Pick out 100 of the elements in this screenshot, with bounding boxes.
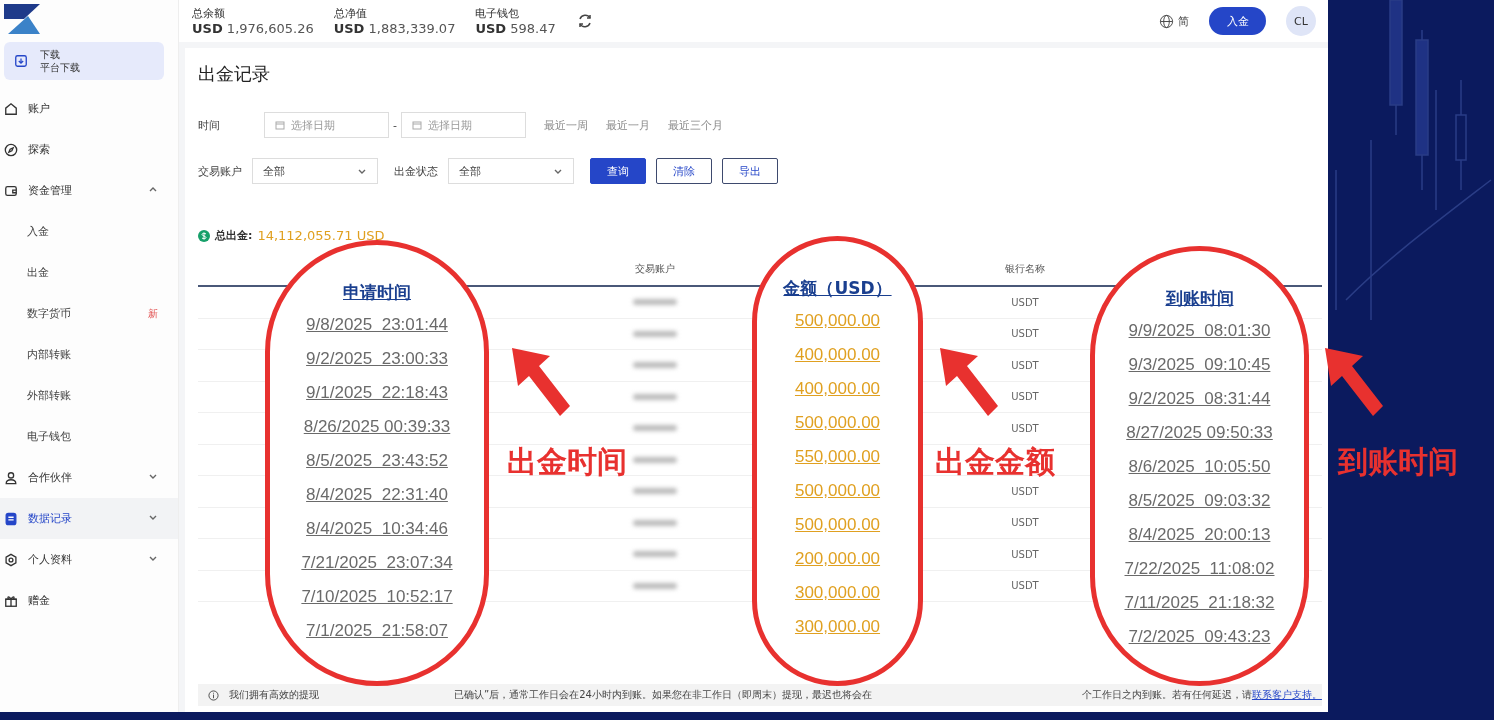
info-icon (208, 689, 219, 701)
table-cell-text: 7/21/2025 23:07:34 (301, 552, 453, 574)
compass-icon (4, 142, 18, 157)
nav-subitem[interactable]: 电子钱包 (0, 416, 178, 457)
nav-item[interactable]: 探索 (0, 129, 178, 170)
filter-label: 时间 (198, 117, 221, 133)
table-cell-text: 500,000.00 (794, 310, 881, 332)
table-cell-text: 8/4/2025 20:00:13 (1128, 524, 1271, 546)
new-label: 新 (148, 306, 158, 321)
table-cell-text: 500,000.00 (794, 412, 881, 434)
table-cell-text: 8/26/2025 00:39:33 (303, 416, 451, 438)
range-separator: - (393, 118, 397, 132)
quick-range-link[interactable]: 最近一周 (544, 117, 588, 133)
pointer-arrow (510, 346, 572, 418)
table-cell-text: 9/8/2025 23:01:44 (306, 314, 448, 336)
table-cell-text: 400,000.00 (794, 378, 881, 400)
table-cell-text: 8/5/2025 09:03:32 (1128, 490, 1271, 512)
stat-value: USD 598.47 (475, 21, 556, 36)
table-cell-text: 7/11/2025 21:18:32 (1124, 592, 1275, 614)
table-cell-text: 200,000.00 (794, 548, 881, 570)
nav-item[interactable]: 合作伙伴 (0, 457, 178, 498)
blurred-account (633, 582, 677, 589)
notice-text: 我们拥有高效的提现 (229, 688, 319, 702)
notice-text: 已确认”后，通常工作日会在24小时内到账。如果您在非工作日（即周末）提现，最迟也将会在 (454, 688, 872, 702)
nav-subitem[interactable]: 内部转账 (0, 334, 178, 375)
support-link[interactable]: 联系客户支持。 (1251, 688, 1322, 702)
nav-label: 合作伙伴 (28, 470, 73, 485)
blurred-account (633, 519, 677, 526)
nav-label: 账户 (28, 101, 51, 116)
nav-label: 数据记录 (28, 511, 73, 526)
table-cell-text: 9/3/2025 09:10:45 (1128, 354, 1271, 376)
account-select[interactable]: 全部 (252, 158, 378, 184)
stat-label: 总余额 (192, 6, 226, 21)
total-value: 14,112,055.71 USD (257, 228, 385, 243)
download-card[interactable]: 下载 平台下载 (4, 42, 164, 80)
nav-item[interactable]: 账户 (0, 88, 178, 129)
nav-subitem[interactable]: 入金 (0, 211, 178, 252)
download-icon (14, 54, 28, 68)
home-icon (4, 101, 18, 116)
quick-range-link[interactable]: 最近三个月 (668, 117, 723, 133)
column-header: 到账时间 (1165, 287, 1234, 310)
nav-label: 外部转账 (27, 388, 72, 403)
table-cell-text: 8/27/2025 09:50:33 (1126, 422, 1273, 444)
pointer-arrow (1323, 346, 1385, 418)
table-cell-text: 7/22/2025 11:08:02 (1124, 558, 1275, 580)
table-cell-text: 7/2/2025 09:43:23 (1128, 626, 1271, 648)
calendar-icon (275, 120, 285, 130)
table-cell-text: 9/2/2025 23:00:33 (306, 348, 448, 370)
nav-item[interactable]: 资金管理 (0, 170, 178, 211)
table-cell-text: 8/6/2025 10:05:50 (1128, 456, 1271, 478)
nav-label: 内部转账 (27, 347, 72, 362)
table-cell-text: 8/5/2025 23:43:52 (306, 450, 448, 472)
table-cell-text: 8/4/2025 22:31:40 (306, 484, 448, 506)
table-cell-text: 300,000.00 (794, 616, 881, 638)
blurred-account (633, 488, 677, 495)
deposit-button[interactable]: 入金 (1209, 7, 1266, 35)
action-button[interactable]: 导出 (722, 158, 778, 184)
wallet-icon (4, 183, 18, 198)
download-label: 下载 (40, 48, 61, 61)
language-selector[interactable]: 简 (1159, 13, 1189, 29)
table-cell-text: 550,000.00 (794, 446, 881, 468)
blurred-account (633, 362, 677, 369)
nav-subitem[interactable]: 数字货币 新 (0, 293, 178, 334)
settings-icon (4, 552, 18, 567)
nav-item[interactable]: 数据记录 (0, 498, 178, 539)
nav-item[interactable]: 个人资料 (0, 539, 178, 580)
action-button[interactable]: 清除 (656, 158, 712, 184)
blurred-account (633, 393, 677, 400)
pointer-arrow (938, 346, 1000, 418)
document-icon (4, 511, 18, 526)
status-select[interactable]: 全部 (448, 158, 574, 184)
user-avatar[interactable]: CL (1286, 6, 1316, 36)
column-header: 金额（USD） (783, 277, 892, 300)
nav-subitem[interactable]: 外部转账 (0, 375, 178, 416)
nav-label: 出金 (27, 265, 50, 280)
table-cell-text: 300,000.00 (794, 582, 881, 604)
action-button[interactable]: 查询 (590, 158, 646, 184)
nav-label: 入金 (27, 224, 50, 239)
user-icon (4, 470, 18, 485)
table-cell-text: 9/2/2025 08:31:44 (1128, 388, 1271, 410)
page-title: 出金记录 (198, 62, 271, 86)
stat-label: 电子钱包 (475, 6, 521, 21)
blurred-account (633, 456, 677, 463)
stat-value: USD 1,976,605.26 (192, 21, 314, 36)
quick-range-link[interactable]: 最近一月 (606, 117, 650, 133)
blurred-account (633, 299, 677, 306)
download-subtitle: 平台下载 (40, 61, 80, 74)
logo-icon (2, 2, 42, 36)
gift-icon (4, 593, 18, 608)
filter-label: 出金状态 (394, 163, 438, 179)
nav-subitem[interactable]: 出金 (0, 252, 178, 293)
table-cell-text: 500,000.00 (794, 480, 881, 502)
nav-label: 赠金 (28, 593, 51, 608)
dollar-icon (198, 229, 210, 242)
nav-label: 探索 (28, 142, 51, 157)
filter-label: 交易账户 (198, 163, 242, 179)
callout-label: 到账时间 (1338, 443, 1458, 481)
column-header: 交易账户 (560, 253, 750, 287)
nav-label: 个人资料 (28, 552, 73, 567)
nav-item[interactable]: 赠金 (0, 580, 178, 621)
